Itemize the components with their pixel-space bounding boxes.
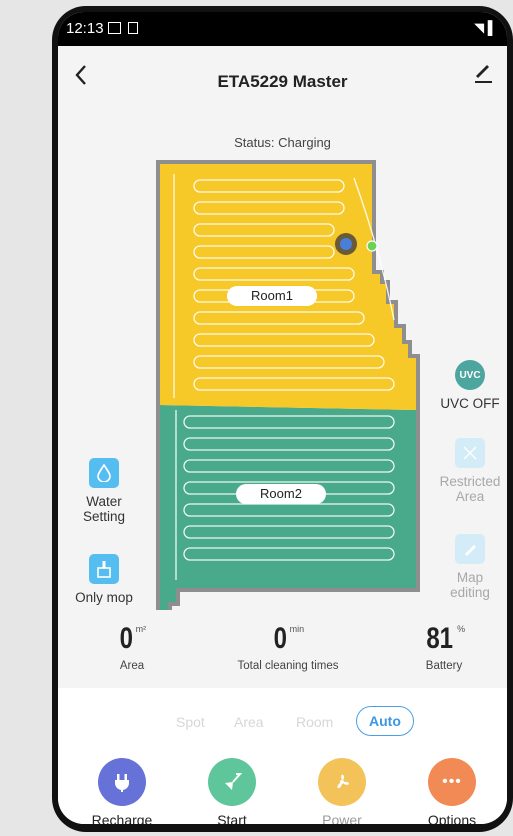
mode-area[interactable]: Area: [234, 714, 264, 730]
mode-room[interactable]: Room: [296, 714, 333, 730]
status-text: Status: Charging: [234, 135, 331, 150]
battery-stat: 81% Battery: [404, 622, 484, 673]
restricted-area-button[interactable]: Restricted Area: [432, 438, 507, 504]
mode-spot[interactable]: Spot: [176, 714, 205, 730]
uvc-icon: UVC: [455, 360, 485, 390]
room2-label-text: Room2: [260, 486, 302, 501]
mode-selector: Spot Area Room Auto: [58, 706, 507, 738]
fan-icon: [318, 758, 366, 806]
battery-label: Battery: [425, 660, 463, 672]
phone-frame: 12:13 ◥ ▌ ETA5229 Master Status: Chargin…: [52, 6, 513, 832]
more-dots-icon: •••: [428, 758, 476, 806]
map-editing-label: Map editing: [450, 570, 490, 600]
water-setting-label: Water Setting: [82, 494, 126, 524]
area-value: 0: [119, 622, 133, 655]
cleaning-time-unit: min: [289, 624, 305, 634]
battery-value: 81: [426, 622, 453, 655]
edit-button[interactable]: [473, 60, 493, 84]
page-title: ETA5229 Master: [217, 72, 348, 91]
start-button[interactable]: Start: [190, 758, 274, 824]
area-label: Area: [119, 660, 145, 672]
room1-label-text: Room1: [251, 288, 293, 303]
recharge-button[interactable]: Recharge: [80, 758, 164, 824]
gallery-icon: [108, 22, 121, 34]
start-label: Start: [217, 812, 247, 824]
status-bar: 12:13 ◥ ▌: [58, 12, 507, 46]
recharge-label: Recharge: [91, 812, 153, 824]
signal-icon: ◥ ▌: [474, 20, 497, 35]
floor-map: [156, 160, 420, 614]
only-mop-label: Only mop: [75, 590, 133, 605]
cleaning-time-label: Total cleaning times: [237, 660, 339, 672]
map-editing-button[interactable]: Map editing: [438, 534, 502, 600]
only-mop-button[interactable]: Only mop: [68, 554, 140, 605]
map-edit-icon: [455, 534, 485, 564]
cleaning-time-value: 0: [273, 622, 287, 655]
cleaning-time-stat: 0 min Total cleaning times: [218, 622, 358, 673]
robot-core: [340, 238, 352, 250]
pencil-icon: [475, 65, 492, 83]
power-button[interactable]: Power: [300, 758, 384, 824]
mop-icon: [89, 554, 119, 584]
app-screen: 12:13 ◥ ▌ ETA5229 Master Status: Chargin…: [58, 12, 507, 824]
room1-label[interactable]: Room1: [227, 286, 317, 306]
area-unit: m²: [135, 624, 147, 634]
area-stat: 0 m² Area: [92, 622, 172, 673]
water-setting-button[interactable]: Water Setting: [74, 458, 134, 524]
restricted-area-label: Restricted Area: [439, 474, 501, 504]
uvc-label: UVC OFF: [440, 396, 500, 411]
title-bar: ETA5229 Master: [58, 46, 507, 106]
water-drop-icon: [89, 458, 119, 488]
mode-auto[interactable]: Auto: [356, 706, 414, 736]
cleaning-map[interactable]: Room1 Room2: [154, 160, 426, 615]
power-label: Power: [322, 812, 362, 824]
uvc-button[interactable]: UVC UVC OFF: [432, 360, 507, 411]
restricted-area-icon: [455, 438, 485, 468]
broom-icon: [208, 758, 256, 806]
room2-area: [160, 405, 416, 610]
control-panel: Spot Area Room Auto Recharge Start Power: [58, 688, 507, 824]
options-button[interactable]: ••• Options: [410, 758, 494, 824]
storage-icon: [128, 22, 138, 34]
battery-unit: %: [457, 624, 466, 634]
options-label: Options: [427, 812, 477, 824]
clock: 12:13: [66, 20, 104, 37]
uvc-icon-text: UVC: [459, 369, 481, 381]
plug-icon: [98, 758, 146, 806]
charging-dock-icon: [366, 240, 378, 252]
room2-label[interactable]: Room2: [236, 484, 326, 504]
